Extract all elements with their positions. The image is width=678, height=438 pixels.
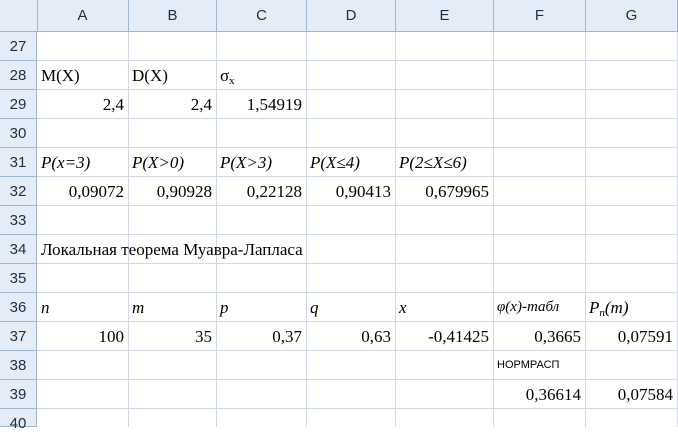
cell-a36[interactable]: n	[38, 293, 128, 322]
cell-c28[interactable]: σx	[217, 61, 306, 90]
cell-e36[interactable]: x	[396, 293, 493, 322]
cell-d31[interactable]: P(X≤4)	[307, 148, 395, 177]
column-header-f[interactable]: F	[494, 0, 586, 31]
cell-g39[interactable]: 0,07584	[586, 380, 677, 409]
p-symbol: P	[589, 298, 600, 317]
cell-b31[interactable]: P(X>0)	[129, 148, 216, 177]
row-header-35[interactable]: 35	[0, 264, 37, 293]
cell-a31[interactable]: P(x=3)	[38, 148, 128, 177]
row-header-36[interactable]: 36	[0, 293, 37, 322]
cell-a34[interactable]: Локальная теорема Муавра-Лапласа	[38, 235, 368, 264]
cell-c31[interactable]: P(X>3)	[217, 148, 306, 177]
column-header-e[interactable]: E	[396, 0, 494, 31]
cell-f39[interactable]: 0,36614	[494, 380, 585, 409]
column-header-c[interactable]: C	[217, 0, 307, 31]
row-header-29[interactable]: 29	[0, 90, 37, 119]
cell-f36[interactable]: φ(x)-табл	[494, 293, 585, 322]
sigma-symbol: σ	[220, 66, 230, 85]
cell-d37[interactable]: 0,63	[307, 322, 395, 351]
row-header-28[interactable]: 28	[0, 61, 37, 90]
row-header-39[interactable]: 39	[0, 380, 37, 409]
select-all-corner[interactable]	[0, 0, 38, 31]
row-header-38[interactable]: 38	[0, 351, 37, 380]
column-header-g[interactable]: G	[586, 0, 678, 31]
cell-a37[interactable]: 100	[38, 322, 128, 351]
row-header-37[interactable]: 37	[0, 322, 37, 351]
cell-f38[interactable]: НОРМРАСП	[494, 351, 585, 380]
cell-c29[interactable]: 1,54919	[217, 90, 306, 119]
cell-a29[interactable]: 2,4	[38, 90, 128, 119]
cell-d36[interactable]: q	[307, 293, 395, 322]
gridline	[306, 32, 307, 427]
cell-a28[interactable]: M(X)	[38, 61, 128, 90]
cell-b32[interactable]: 0,90928	[129, 177, 216, 206]
row-header-33[interactable]: 33	[0, 206, 37, 235]
gridline	[585, 32, 586, 427]
cell-b28[interactable]: D(X)	[129, 61, 216, 90]
cell-e37[interactable]: -0,41425	[396, 322, 493, 351]
cell-c37[interactable]: 0,37	[217, 322, 306, 351]
spreadsheet-grid: A B C D E F G 27 28 29 30 31 32 33 34 35…	[0, 0, 678, 432]
row-header-32[interactable]: 32	[0, 177, 37, 206]
subscript-x: x	[229, 75, 235, 87]
row-header-40[interactable]: 40	[0, 409, 37, 432]
row-header-34[interactable]: 34	[0, 235, 37, 264]
column-header-a[interactable]: A	[37, 0, 129, 31]
cell-b29[interactable]: 2,4	[129, 90, 216, 119]
cell-a32[interactable]: 0,09072	[38, 177, 128, 206]
cell-d32[interactable]: 0,90413	[307, 177, 395, 206]
cell-e32[interactable]: 0,679965	[396, 177, 493, 206]
row-header-30[interactable]: 30	[0, 119, 37, 148]
cell-c32[interactable]: 0,22128	[217, 177, 306, 206]
row-header-27[interactable]: 27	[0, 32, 37, 61]
row-header-31[interactable]: 31	[0, 148, 37, 177]
cell-c36[interactable]: p	[217, 293, 306, 322]
cell-g36[interactable]: Pn(m)	[586, 293, 677, 322]
cell-e31[interactable]: P(2≤X≤6)	[396, 148, 493, 177]
column-header-b[interactable]: B	[129, 0, 217, 31]
cell-g37[interactable]: 0,07591	[586, 322, 677, 351]
cell-b37[interactable]: 35	[129, 322, 216, 351]
column-header-d[interactable]: D	[307, 0, 396, 31]
cell-b36[interactable]: m	[129, 293, 216, 322]
cell-f37[interactable]: 0,3665	[494, 322, 585, 351]
gridline	[395, 32, 396, 427]
m-argument: (m)	[604, 298, 629, 317]
